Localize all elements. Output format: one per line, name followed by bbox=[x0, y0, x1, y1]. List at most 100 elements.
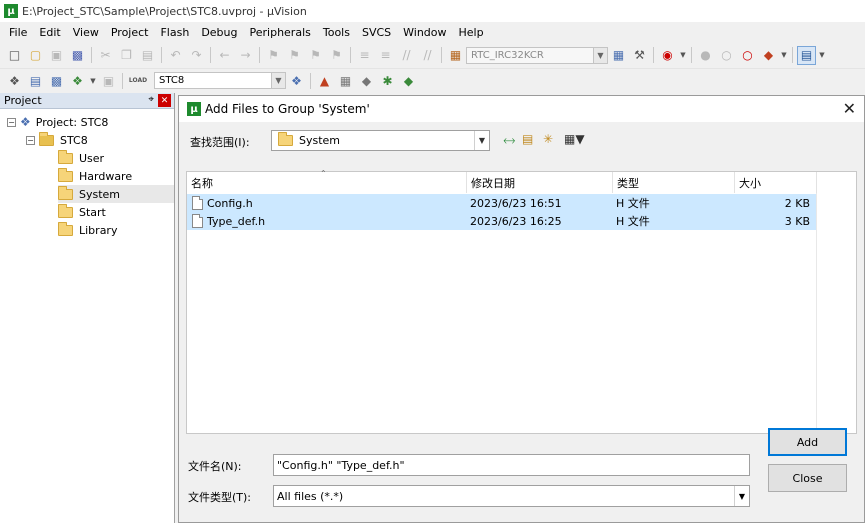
tree-item-group-start[interactable]: Start bbox=[58, 203, 106, 221]
device-combo[interactable]: RTC_IRC32KCR ▼ bbox=[466, 46, 608, 64]
toolbar-separator bbox=[441, 47, 442, 63]
toolbar-separator bbox=[350, 47, 351, 63]
tree-item-group-hardware[interactable]: Hardware bbox=[58, 167, 132, 185]
breakpoint-kill-icon[interactable]: ◆ bbox=[759, 46, 778, 65]
menu-svcs[interactable]: SVCS bbox=[356, 26, 397, 39]
tree-item-group-system[interactable]: System bbox=[58, 185, 174, 203]
incremental-find-icon[interactable]: ⚒ bbox=[630, 46, 649, 65]
menu-window[interactable]: Window bbox=[397, 26, 452, 39]
target-options-icon[interactable]: ❖ bbox=[287, 71, 306, 90]
tree-item-project[interactable]: − ❖ Project: STC8 bbox=[7, 113, 108, 131]
menu-help[interactable]: Help bbox=[453, 26, 490, 39]
add-button[interactable]: Add bbox=[768, 428, 847, 456]
menu-tools[interactable]: Tools bbox=[317, 26, 356, 39]
bookmark-prev-icon[interactable]: ⚑ bbox=[285, 46, 304, 65]
menu-debug[interactable]: Debug bbox=[195, 26, 243, 39]
rebuild-icon[interactable]: ▩ bbox=[47, 71, 66, 90]
column-header-modified[interactable]: 修改日期 bbox=[467, 172, 613, 193]
translate-icon[interactable]: ❖ bbox=[5, 71, 24, 90]
filename-input[interactable]: "Config.h" "Type_def.h" bbox=[273, 454, 750, 476]
find-in-files-icon[interactable]: ▦ bbox=[446, 46, 465, 65]
toolbar-separator bbox=[691, 47, 692, 63]
chevron-down-icon[interactable]: ▼ bbox=[271, 73, 285, 88]
tree-item-group-user[interactable]: User bbox=[58, 149, 104, 167]
title-bar: µ E:\Project_STC\Sample\Project\STC8.uvp… bbox=[0, 0, 865, 22]
chevron-down-icon[interactable]: ▼ bbox=[679, 46, 687, 65]
cut-icon[interactable]: ✂ bbox=[96, 46, 115, 65]
back-arrow-icon[interactable]: 🡘 bbox=[503, 132, 516, 153]
toolbar-separator bbox=[653, 47, 654, 63]
undo-icon[interactable]: ↶ bbox=[166, 46, 185, 65]
debug-session-icon[interactable]: ◉ bbox=[658, 46, 677, 65]
stop-build-icon[interactable]: ▣ bbox=[99, 71, 118, 90]
batch-build-icon[interactable]: ❖ bbox=[68, 71, 87, 90]
target-combo[interactable]: STC8 ▼ bbox=[154, 72, 286, 89]
chevron-down-icon[interactable]: ▼ bbox=[593, 47, 607, 63]
chevron-down-icon[interactable]: ▼ bbox=[780, 46, 788, 65]
open-folder-icon[interactable]: ▢ bbox=[26, 46, 45, 65]
breakpoint-disable-icon[interactable]: ○ bbox=[717, 46, 736, 65]
save-all-icon[interactable]: ▩ bbox=[68, 46, 87, 65]
breakpoint-icon[interactable]: ● bbox=[696, 46, 715, 65]
chevron-down-icon[interactable]: ▼ bbox=[474, 131, 489, 150]
close-icon[interactable]: ✕ bbox=[158, 94, 171, 107]
bookmark-clear-icon[interactable]: ⚑ bbox=[327, 46, 346, 65]
file-name: Config.h bbox=[207, 196, 253, 210]
tree-item-target[interactable]: − STC8 bbox=[26, 131, 88, 149]
nav-back-icon[interactable]: ← bbox=[215, 46, 234, 65]
menu-file[interactable]: File bbox=[3, 26, 33, 39]
app-icon: µ bbox=[187, 102, 201, 116]
comment-icon[interactable]: // bbox=[397, 46, 416, 65]
nav-forward-icon[interactable]: → bbox=[236, 46, 255, 65]
filetype-select[interactable]: All files (*.*) ▼ bbox=[273, 485, 750, 507]
run-time-environment-icon[interactable]: ◆ bbox=[357, 71, 376, 90]
bookmark-toggle-icon[interactable]: ⚑ bbox=[264, 46, 283, 65]
paste-icon[interactable]: ▤ bbox=[138, 46, 157, 65]
pin-icon[interactable]: ⌖ bbox=[148, 94, 154, 105]
menu-edit[interactable]: Edit bbox=[33, 26, 66, 39]
menu-peripherals[interactable]: Peripherals bbox=[244, 26, 317, 39]
copy-icon[interactable]: ❐ bbox=[117, 46, 136, 65]
chevron-down-icon[interactable]: ▼ bbox=[89, 71, 97, 90]
tree-item-group-library[interactable]: Library bbox=[58, 221, 117, 239]
look-in-value: System bbox=[299, 134, 341, 147]
load-button[interactable]: LOAD bbox=[127, 71, 149, 90]
menu-flash[interactable]: Flash bbox=[154, 26, 195, 39]
collapse-icon[interactable]: − bbox=[7, 117, 16, 127]
menu-view[interactable]: View bbox=[67, 26, 105, 39]
manage-project-items-icon[interactable]: ▲ bbox=[315, 71, 334, 90]
file-extensions-icon[interactable]: ▦ bbox=[336, 71, 355, 90]
column-header-type[interactable]: 类型 bbox=[613, 172, 735, 193]
column-header-size[interactable]: 大小 bbox=[735, 172, 817, 193]
table-row[interactable]: Type_def.h 2023/6/23 16:25 H 文件 3 KB bbox=[187, 212, 816, 230]
view-menu-icon[interactable]: ▦▼ bbox=[564, 132, 585, 146]
unindent-icon[interactable]: ≡ bbox=[376, 46, 395, 65]
dialog-title: Add Files to Group 'System' bbox=[205, 102, 370, 116]
look-in-select[interactable]: System ▼ bbox=[271, 130, 490, 151]
menu-project[interactable]: Project bbox=[105, 26, 155, 39]
find-icon[interactable]: ▦ bbox=[609, 46, 628, 65]
build-icon[interactable]: ▤ bbox=[26, 71, 45, 90]
up-folder-icon[interactable]: ▤ bbox=[522, 132, 533, 146]
close-button[interactable]: Close bbox=[768, 464, 847, 492]
close-icon[interactable]: ✕ bbox=[843, 99, 856, 118]
tree-item-label: Library bbox=[79, 223, 118, 237]
redo-icon[interactable]: ↷ bbox=[187, 46, 206, 65]
new-folder-icon[interactable]: ✳ bbox=[543, 132, 553, 146]
chevron-down-icon[interactable]: ▼ bbox=[818, 46, 826, 65]
bookmark-next-icon[interactable]: ⚑ bbox=[306, 46, 325, 65]
breakpoint-clear-icon[interactable]: ○ bbox=[738, 46, 757, 65]
collapse-icon[interactable]: − bbox=[26, 135, 35, 145]
column-header-name[interactable]: 名称 bbox=[187, 172, 467, 193]
window-layout-icon[interactable]: ▤ bbox=[797, 45, 816, 65]
folder-icon bbox=[278, 132, 293, 146]
select-packs-icon[interactable]: ◆ bbox=[399, 71, 418, 90]
indent-icon[interactable]: ≡ bbox=[355, 46, 374, 65]
pack-installer-icon[interactable]: ✱ bbox=[378, 71, 397, 90]
table-row[interactable]: Config.h 2023/6/23 16:51 H 文件 2 KB bbox=[187, 194, 816, 212]
file-list[interactable]: ⌃ 名称 修改日期 类型 大小 Config.h 2023/6/23 16:51… bbox=[186, 169, 857, 434]
chevron-down-icon[interactable]: ▼ bbox=[734, 486, 749, 506]
save-icon[interactable]: ▣ bbox=[47, 46, 66, 65]
new-file-icon[interactable]: □ bbox=[5, 46, 24, 65]
uncomment-icon[interactable]: // bbox=[418, 46, 437, 65]
